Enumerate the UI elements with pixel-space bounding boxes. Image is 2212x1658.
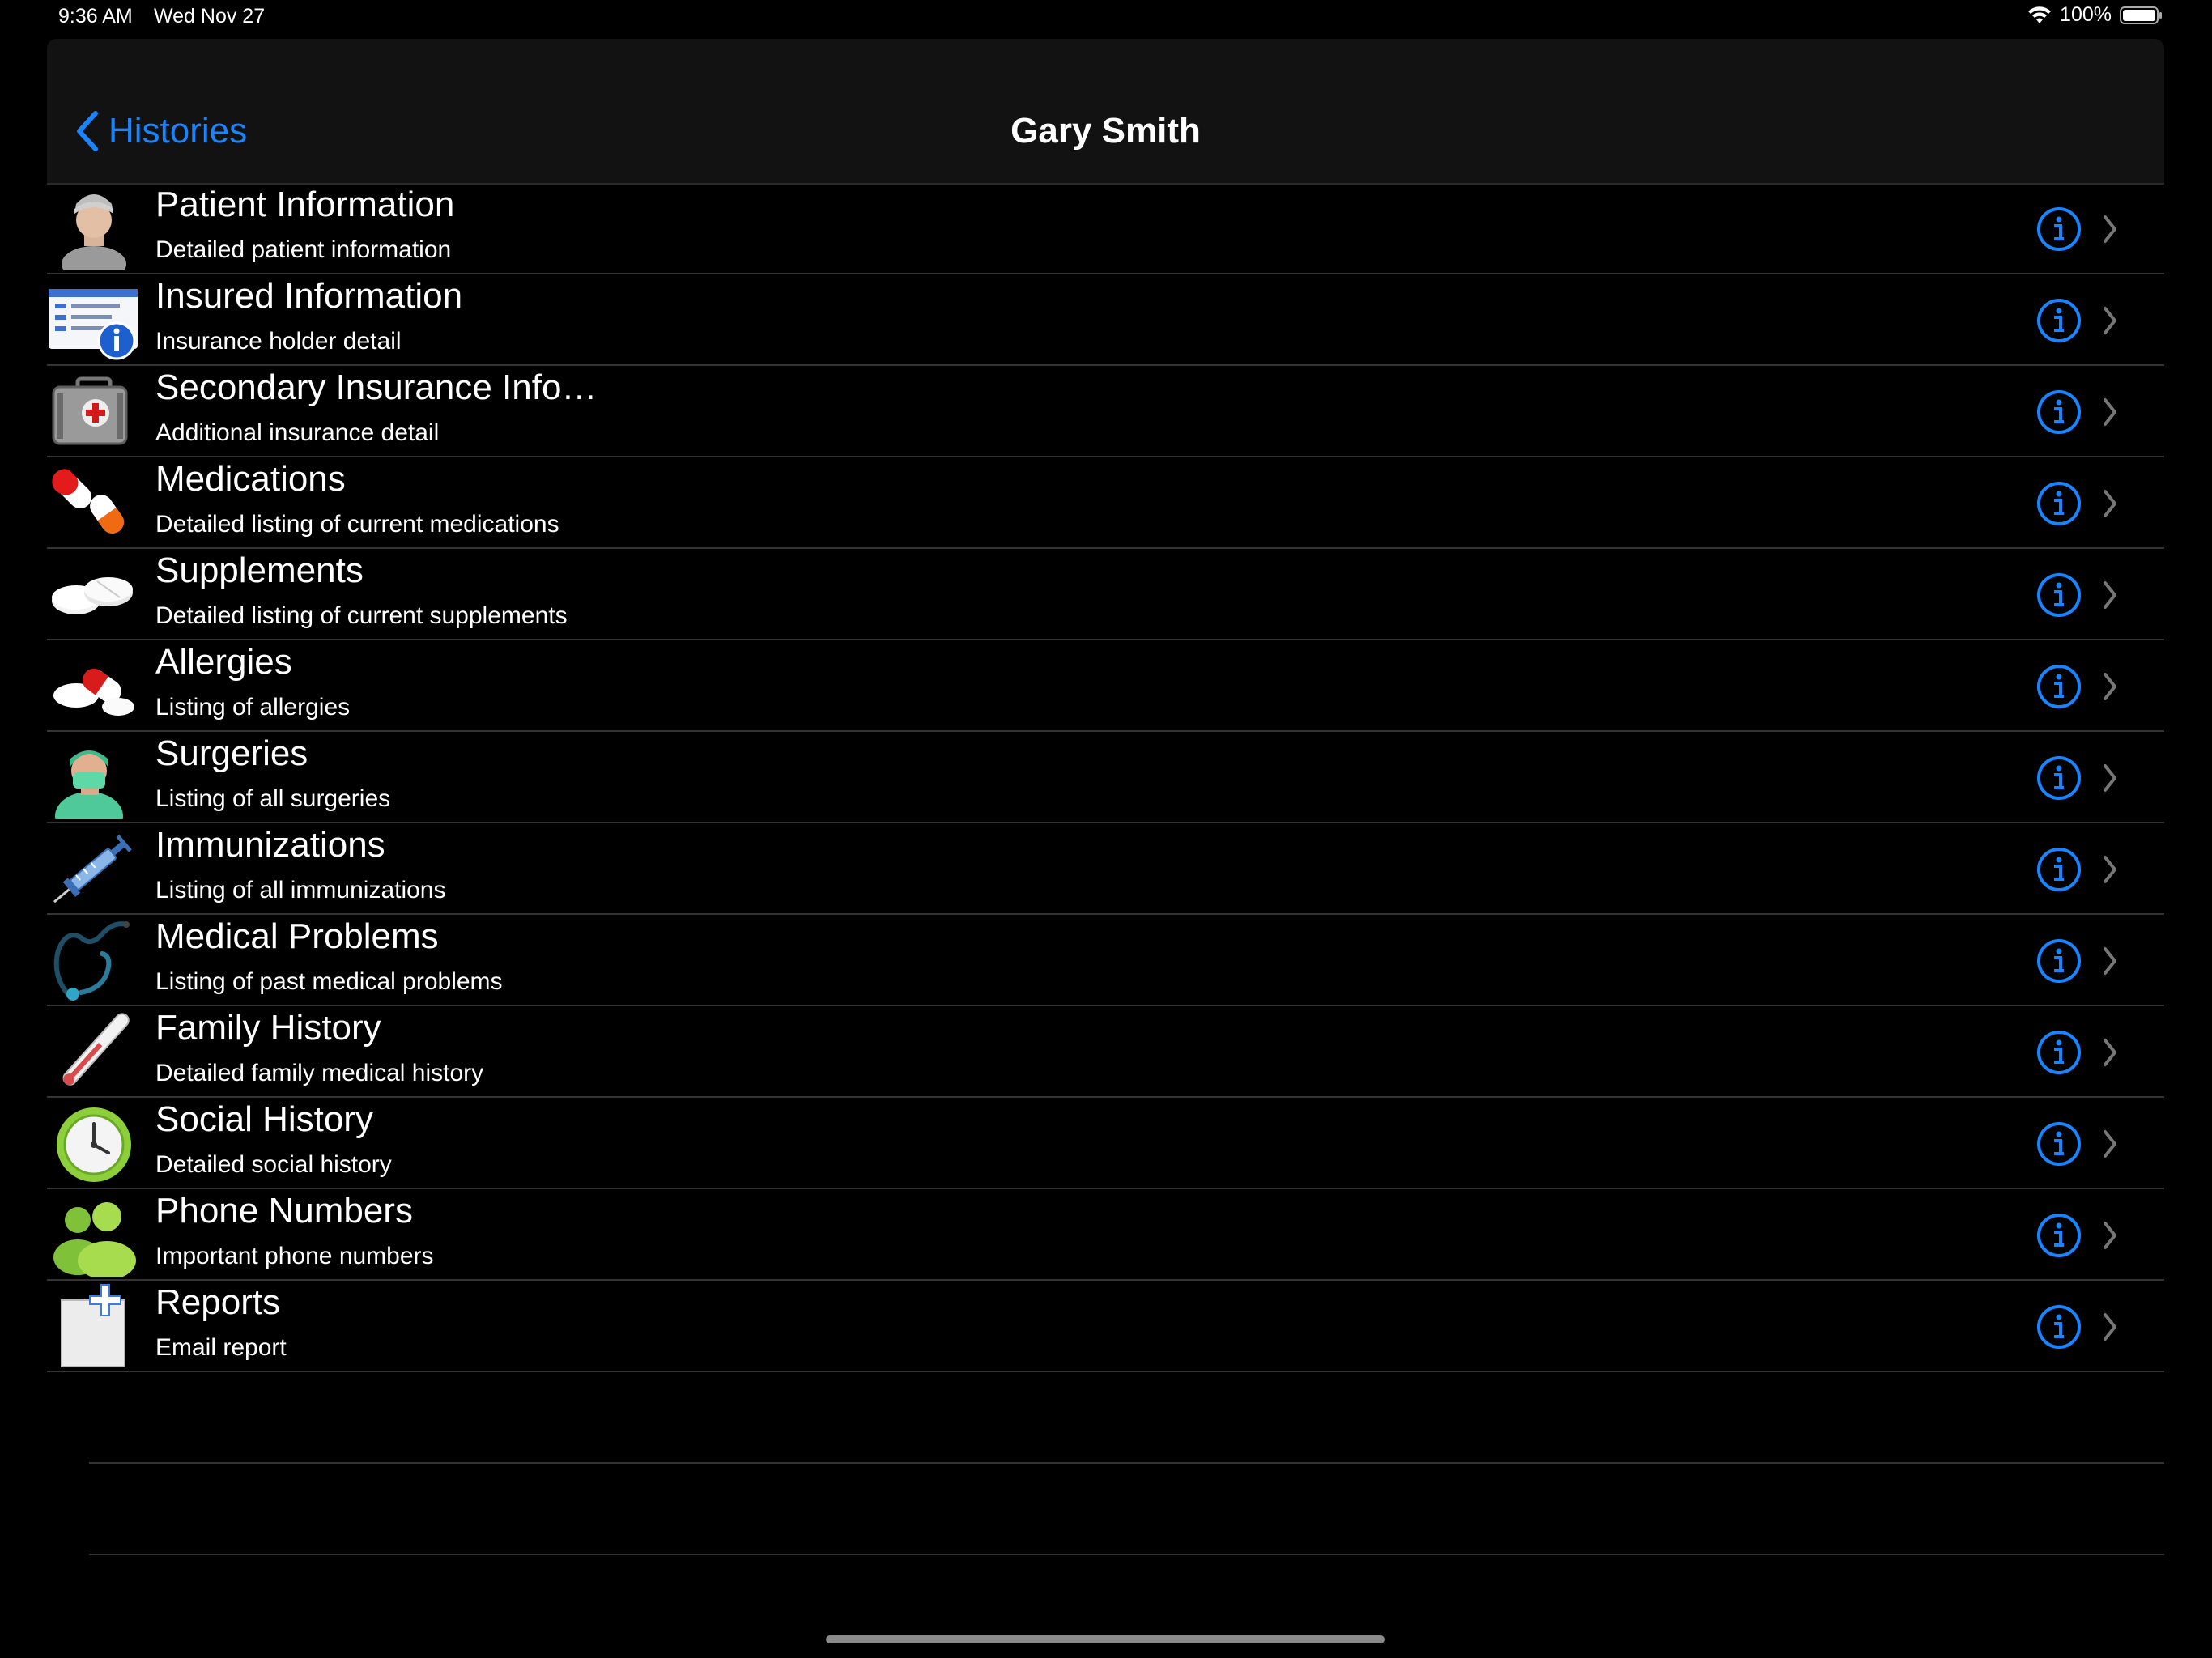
row-title: Surgeries	[155, 733, 308, 773]
info-icon[interactable]	[2036, 389, 2082, 435]
history-list: Patient Information Detailed patient inf…	[47, 183, 2164, 1555]
list-item-surgeries[interactable]: Surgeries Listing of all surgeries	[47, 732, 2164, 823]
info-icon[interactable]	[2036, 481, 2082, 526]
list-item-medical-problems[interactable]: Medical Problems Listing of past medical…	[47, 915, 2164, 1006]
navigation-bar: Histories Gary Smith	[47, 39, 2164, 185]
info-icon[interactable]	[2036, 572, 2082, 618]
info-icon[interactable]	[2036, 664, 2082, 709]
info-icon[interactable]	[2036, 938, 2082, 984]
status-indicators: 100%	[2027, 3, 2163, 27]
info-icon[interactable]	[2036, 847, 2082, 892]
row-subtitle: Detailed listing of current medications	[155, 511, 559, 538]
list-item-insured-information[interactable]: Insured Information Insurance holder det…	[47, 274, 2164, 366]
list-item-phone-numbers[interactable]: Phone Numbers Important phone numbers	[47, 1189, 2164, 1281]
row-subtitle: Detailed patient information	[155, 236, 452, 263]
chevron-right-icon	[2104, 673, 2116, 700]
syringe-icon	[53, 835, 132, 903]
battery-percent: 100%	[2060, 3, 2112, 26]
row-title: Secondary Insurance Info…	[155, 368, 598, 407]
surgeon-icon	[55, 750, 123, 819]
row-subtitle: Detailed listing of current supplements	[155, 602, 568, 629]
stethoscope-icon	[53, 921, 130, 1001]
list-item-supplements[interactable]: Supplements Detailed listing of current …	[47, 549, 2164, 640]
chevron-right-icon	[2104, 581, 2116, 609]
status-date: Wed Nov 27	[154, 5, 266, 28]
row-title: Immunizations	[155, 825, 385, 865]
clock-icon	[57, 1107, 131, 1182]
row-title: Medical Problems	[155, 916, 439, 956]
page-title: Gary Smith	[1010, 111, 1201, 151]
list-item-allergies[interactable]: Allergies Listing of allergies	[47, 640, 2164, 732]
row-subtitle: Insurance holder detail	[155, 328, 402, 355]
people-icon	[53, 1202, 136, 1277]
row-subtitle: Listing of all immunizations	[155, 877, 446, 903]
row-title: Supplements	[155, 551, 364, 590]
row-title: Allergies	[155, 642, 292, 682]
chevron-right-icon	[2104, 856, 2116, 883]
chevron-right-icon	[2104, 398, 2116, 426]
empty-row	[89, 1464, 2164, 1555]
list-item-reports[interactable]: Reports Email report	[47, 1281, 2164, 1372]
chevron-right-icon	[2104, 947, 2116, 975]
row-title: Family History	[155, 1008, 381, 1048]
row-title: Patient Information	[155, 185, 455, 224]
info-icon[interactable]	[2036, 298, 2082, 343]
info-icon[interactable]	[2036, 1030, 2082, 1075]
detail-window: Histories Gary Smith Patient Information…	[47, 39, 2164, 1650]
row-subtitle: Additional insurance detail	[155, 419, 440, 446]
row-title: Medications	[155, 459, 346, 499]
row-subtitle: Detailed social history	[155, 1151, 392, 1178]
list-item-medications[interactable]: Medications Detailed listing of current …	[47, 457, 2164, 549]
chevron-right-icon	[2104, 1313, 2116, 1341]
row-subtitle: Email report	[155, 1334, 287, 1361]
list-item-secondary-insurance[interactable]: Secondary Insurance Info… Additional ins…	[47, 366, 2164, 457]
list-item-family-history[interactable]: Family History Detailed family medical h…	[47, 1006, 2164, 1098]
allergy-pills-icon	[53, 668, 134, 716]
empty-row	[89, 1372, 2164, 1464]
tablets-icon	[52, 577, 133, 614]
chevron-right-icon	[2104, 1130, 2116, 1158]
row-title: Insured Information	[155, 276, 463, 316]
row-title: Phone Numbers	[155, 1191, 413, 1231]
home-indicator[interactable]	[826, 1635, 1385, 1643]
battery-icon	[2120, 6, 2162, 24]
patient-icon	[62, 194, 126, 270]
info-icon[interactable]	[2036, 755, 2082, 801]
new-report-icon	[61, 1284, 125, 1367]
status-bar: 9:36 AM Wed Nov 27 100%	[0, 0, 2212, 32]
info-icon[interactable]	[2036, 206, 2082, 252]
info-icon[interactable]	[2036, 1304, 2082, 1350]
chevron-right-icon	[2104, 215, 2116, 243]
row-subtitle: Listing of all surgeries	[155, 785, 391, 812]
row-title: Reports	[155, 1282, 281, 1322]
list-item-patient-information[interactable]: Patient Information Detailed patient inf…	[47, 183, 2164, 274]
list-item-immunizations[interactable]: Immunizations Listing of all immunizatio…	[47, 823, 2164, 915]
row-subtitle: Listing of past medical problems	[155, 968, 503, 995]
capsules-icon	[52, 469, 125, 534]
info-icon[interactable]	[2036, 1213, 2082, 1258]
medical-kit-icon	[52, 376, 128, 445]
chevron-right-icon	[2104, 307, 2116, 334]
chevron-right-icon	[2104, 764, 2116, 792]
insurance-card-icon	[49, 289, 138, 360]
chevron-right-icon	[2104, 490, 2116, 517]
row-subtitle: Detailed family medical history	[155, 1060, 484, 1086]
row-title: Social History	[155, 1099, 373, 1139]
status-time: 9:36 AM	[58, 5, 133, 28]
info-icon[interactable]	[2036, 1121, 2082, 1167]
row-subtitle: Listing of allergies	[155, 694, 351, 721]
wifi-icon	[2028, 6, 2052, 23]
row-subtitle: Important phone numbers	[155, 1243, 434, 1269]
thermometer-icon	[62, 1013, 130, 1086]
chevron-right-icon	[2104, 1039, 2116, 1066]
chevron-right-icon	[2104, 1222, 2116, 1249]
list-item-social-history[interactable]: Social History Detailed social history	[47, 1098, 2164, 1189]
